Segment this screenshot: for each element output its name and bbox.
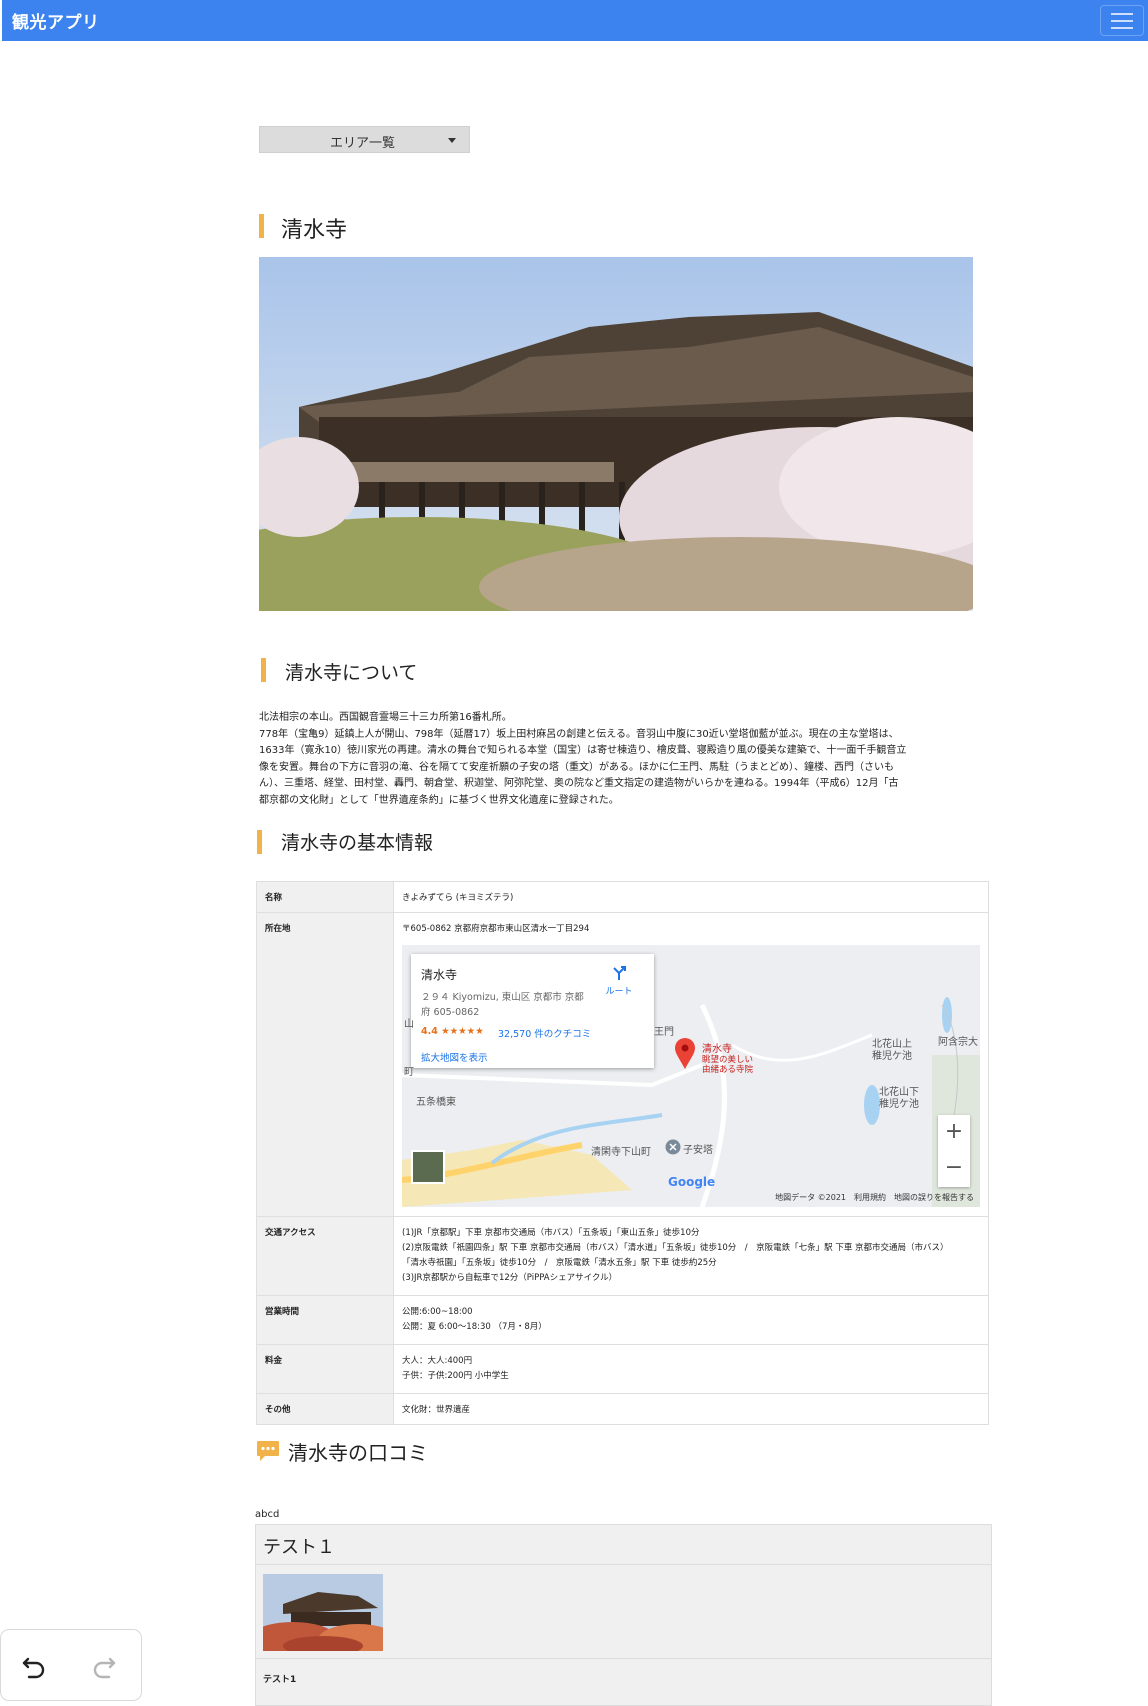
access-line: 「清水寺祇園」「五条坂」徒歩10分 / 京阪電鉄「清水五条」駅 下車 徒歩約25… xyxy=(402,1258,717,1268)
info-heading: 清水寺の基本情報 xyxy=(281,832,434,854)
address-label: 所在地 xyxy=(256,912,394,1217)
table-row: 料金 大人：大人:400円 子供：子供:200円 小中学生 xyxy=(256,1344,989,1394)
undo-redo-panel xyxy=(0,1629,142,1701)
directions-icon xyxy=(613,966,626,980)
map-label: 町 xyxy=(404,1067,414,1078)
table-row: 交通アクセス (1)JR「京都駅」下車 京都市交通局（市バス）「五条坂」「東山五… xyxy=(256,1216,989,1296)
heading-accent-bar xyxy=(259,214,264,238)
access-line: (1)JR「京都駅」下車 京都市交通局（市バス）「五条坂」「東山五条」徒歩10分 xyxy=(402,1228,700,1238)
review-photo[interactable] xyxy=(263,1574,383,1651)
route-label: ルート xyxy=(605,987,633,997)
about-line: 北法相宗の本山。西国観音霊場三十三カ所第16番札所。 xyxy=(259,712,512,723)
info-table: 名称 きよみずてら (キヨミズテラ) 所在地 〒605-0862 京都府京都市東… xyxy=(256,881,989,1425)
google-map[interactable]: 清水寺 ２９４ Kiyomizu, 東山区 京都市 京都府 605-0862 4… xyxy=(402,945,980,1207)
map-attribution[interactable]: 地図データ ©2021 利用規約 地図の誤りを報告する xyxy=(775,1192,974,1203)
navbar: 観光アプリ xyxy=(2,0,1148,41)
access-line: (3)JR京都駅から自転車で12分（PiPPAシェアサイクル） xyxy=(402,1273,618,1283)
place-reviews-link[interactable]: 32,570 件のクチコミ xyxy=(498,1026,591,1040)
hours-label: 営業時間 xyxy=(256,1295,394,1345)
place-rating: 4.4 ★★★★★ xyxy=(421,1026,484,1037)
heading-accent-bar xyxy=(261,658,266,682)
map-label: 子安塔 xyxy=(683,1145,713,1156)
review-card: テスト１ テスト1 xyxy=(255,1524,992,1706)
hours-cell: 公開:6:00~18:00 公開：夏 6:00～18:30 （7月・8月） xyxy=(393,1295,989,1345)
review-body: テスト1 xyxy=(256,1658,991,1698)
google-logo: Google xyxy=(668,1175,716,1189)
zoom-out-button[interactable]: − xyxy=(938,1151,970,1187)
undo-icon[interactable] xyxy=(19,1652,49,1682)
page-title: 清水寺 xyxy=(281,218,348,243)
place-address: ２９４ Kiyomizu, 東山区 京都市 京都府 605-0862 xyxy=(421,992,584,1018)
reviews-heading: 清水寺の口コミ xyxy=(288,1441,428,1465)
review-author: abcd xyxy=(255,1509,280,1520)
map-pin-icon xyxy=(675,1038,695,1069)
map-label: 稚児ケ池 xyxy=(879,1099,919,1110)
hamburger-icon[interactable] xyxy=(1100,5,1144,36)
about-line: 1633年（寛永10）徳川家光の再建。清水の舞台で知られる本堂（国宝）は寄せ棟造… xyxy=(259,745,907,756)
hero-image xyxy=(259,257,973,611)
map-label: 山 xyxy=(404,1019,414,1030)
address-value: 〒605-0862 京都府京都市東山区清水一丁目294 xyxy=(402,924,590,934)
caret-down-icon xyxy=(448,138,456,143)
place-card: 清水寺 ２９４ Kiyomizu, 東山区 京都市 京都府 605-0862 4… xyxy=(411,954,654,1068)
table-row: その他 文化財：世界遺産 xyxy=(256,1393,989,1425)
chat-bubble-icon xyxy=(257,1441,279,1461)
about-text: 北法相宗の本山。西国観音霊場三十三カ所第16番札所。 778年（宝亀9）延鎮上人… xyxy=(259,710,989,809)
temple-marker-icon xyxy=(665,1139,681,1155)
about-line: 都京都の文化財」として「世界遺産条約」に基づく世界文化遺産に登録された。 xyxy=(259,794,619,806)
place-title: 清水寺 xyxy=(421,968,458,982)
map-marker-sub: 由緒ある寺院 xyxy=(702,1065,754,1075)
name-label: 名称 xyxy=(256,881,394,913)
brand-logo[interactable]: 観光アプリ xyxy=(12,8,100,33)
table-row: 営業時間 公開:6:00~18:00 公開：夏 6:00～18:30 （7月・8… xyxy=(256,1295,989,1345)
enlarge-map-link[interactable]: 拡大地図を表示 xyxy=(421,1050,488,1064)
address-cell: 〒605-0862 京都府京都市東山区清水一丁目294 清水寺 ２９４ Kiyo… xyxy=(393,912,989,1217)
heading-accent-bar xyxy=(257,830,262,854)
map-label: 稚児ケ池 xyxy=(872,1051,912,1062)
map-zoom-controls: + − xyxy=(938,1115,970,1187)
other-label: その他 xyxy=(256,1393,394,1425)
area-dropdown[interactable]: エリア一覧 xyxy=(259,126,470,153)
access-label: 交通アクセス xyxy=(256,1216,394,1296)
fee-cell: 大人：大人:400円 子供：子供:200円 小中学生 xyxy=(393,1344,989,1394)
other-value: 文化財：世界遺産 xyxy=(393,1393,989,1425)
review-title: テスト１ xyxy=(256,1525,991,1565)
map-label: 王門 xyxy=(654,1027,674,1038)
fee-label: 料金 xyxy=(256,1344,394,1394)
map-label: 清閑寺下山町 xyxy=(591,1147,651,1158)
map-label: 五条橋東 xyxy=(416,1097,456,1108)
about-line: ん）、三重塔、経堂、田村堂、轟門、朝倉堂、釈迦堂、阿弥陀堂、奥の院など重文指定の… xyxy=(259,778,899,789)
about-line: 778年（宝亀9）延鎮上人が開山、798年（延暦17）坂上田村麻呂の創建と伝える… xyxy=(259,728,899,740)
hours-line: 公開:6:00~18:00 xyxy=(402,1307,473,1317)
table-row: 名称 きよみずてら (キヨミズテラ) xyxy=(256,881,989,913)
map-type-thumbnail[interactable] xyxy=(411,1150,445,1184)
fee-line: 大人：大人:400円 xyxy=(402,1356,473,1366)
zoom-in-button[interactable]: + xyxy=(938,1115,970,1151)
access-line: (2)京阪電鉄「祇園四条」駅 下車 京都市交通局（市バス）「清水道」「五条坂」徒… xyxy=(402,1243,949,1253)
name-value: きよみずてら (キヨミズテラ) xyxy=(393,881,989,913)
access-cell: (1)JR「京都駅」下車 京都市交通局（市バス）「五条坂」「東山五条」徒歩10分… xyxy=(393,1216,989,1296)
fee-line: 子供：子供:200円 小中学生 xyxy=(402,1371,509,1381)
table-row: 所在地 〒605-0862 京都府京都市東山区清水一丁目294 清水寺 ２９４ … xyxy=(256,912,989,1217)
hours-line: 公開：夏 6:00～18:30 （7月・8月） xyxy=(402,1322,547,1332)
redo-icon[interactable] xyxy=(89,1652,119,1682)
about-heading: 清水寺について xyxy=(285,662,418,684)
area-dropdown-label: エリア一覧 xyxy=(330,136,396,151)
route-button[interactable]: ルート xyxy=(599,965,639,997)
map-label: 阿含宗大 xyxy=(938,1037,978,1048)
about-line: 像を安置。舞台の下方に音羽の滝、谷を隔てて安産祈願の子安の塔（重文）がある。ほか… xyxy=(259,761,894,773)
